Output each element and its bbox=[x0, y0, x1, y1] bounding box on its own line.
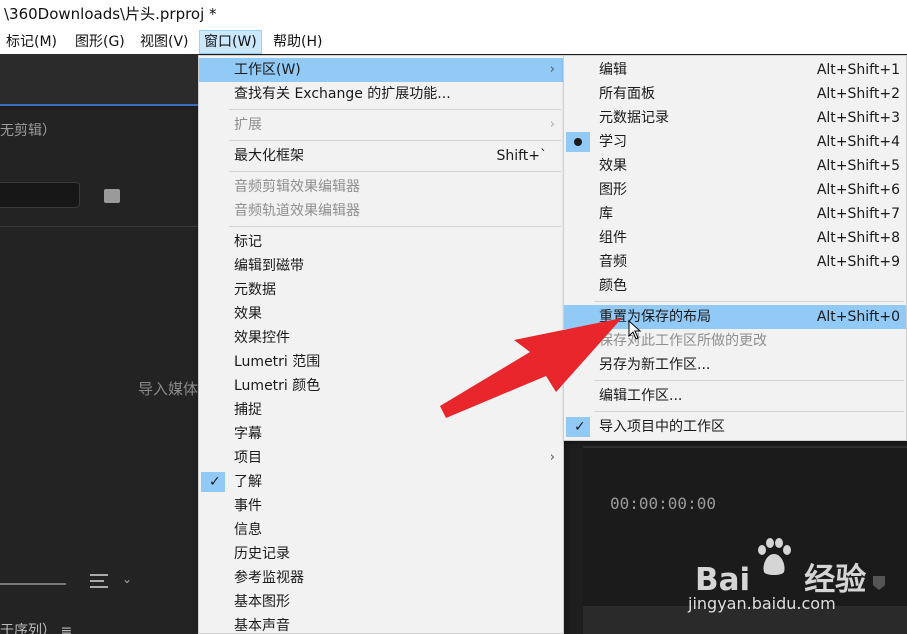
search-icon[interactable] bbox=[104, 189, 120, 203]
import-media-hint: 导入媒体 bbox=[138, 380, 199, 398]
menu-item-info[interactable]: 信息 bbox=[199, 518, 563, 542]
menu-separator bbox=[229, 109, 561, 110]
search-input[interactable] bbox=[0, 182, 80, 208]
workspace-save-changes: 保存对此工作区所做的更改 bbox=[599, 333, 767, 349]
window-title: \360Downloads\片头.prproj * bbox=[4, 5, 217, 23]
menu-item-project[interactable]: 项目 › bbox=[199, 446, 563, 470]
menu-item-extensions: 扩展 › bbox=[199, 113, 563, 137]
menu-item-reference-monitor[interactable]: 参考监视器 bbox=[199, 566, 563, 590]
menu-item-edit-to-tape[interactable]: 编辑到磁带 bbox=[199, 254, 563, 278]
zoom-slider[interactable] bbox=[0, 583, 66, 585]
workspace-graphics[interactable]: 图形 Alt+Shift+6 bbox=[564, 178, 906, 202]
menu-item-lumetri-color[interactable]: Lumetri 颜色 bbox=[199, 374, 563, 398]
workspace-edit-workspaces[interactable]: 编辑工作区... bbox=[564, 384, 906, 408]
chevron-down-icon[interactable]: ⌄ bbox=[122, 572, 132, 586]
workspace-audio[interactable]: 音频 Alt+Shift+9 bbox=[564, 250, 906, 274]
menu-item-markers[interactable]: 标记 bbox=[199, 230, 563, 254]
workspace-effects[interactable]: 效果 Alt+Shift+5 bbox=[564, 154, 906, 178]
menu-graphics[interactable]: 图形(G) bbox=[71, 30, 129, 54]
workspace-color[interactable]: 颜色 bbox=[564, 274, 906, 298]
radio-dot-icon bbox=[574, 138, 582, 146]
menu-separator bbox=[594, 380, 904, 381]
workspace-save-as-new[interactable]: 另存为新工作区... bbox=[564, 353, 906, 377]
menu-item-captions[interactable]: 字幕 bbox=[199, 422, 563, 446]
title-bar: \360Downloads\片头.prproj * bbox=[0, 0, 907, 30]
menu-marker[interactable]: 标记(M) bbox=[2, 30, 61, 54]
watermark-url: jingyan.baidu.com bbox=[688, 594, 836, 613]
workspace-reset-to-saved-layout[interactable]: 重置为保存的布局 Alt+Shift+0 bbox=[564, 305, 906, 329]
menu-item-metadata[interactable]: 元数据 bbox=[199, 278, 563, 302]
checkmark-icon: ✓ bbox=[574, 419, 586, 435]
timecode[interactable]: 00:00:00:00 bbox=[610, 494, 716, 513]
menu-separator bbox=[229, 140, 561, 141]
menu-bar: 标记(M) 图形(G) 视图(V) 窗口(W) 帮助(H) bbox=[0, 30, 907, 54]
menu-item-history[interactable]: 历史记录 bbox=[199, 542, 563, 566]
workspace-submenu: 编辑 Alt+Shift+1 所有面板 Alt+Shift+2 元数据记录 Alt+S… bbox=[563, 55, 907, 441]
sequence-tab[interactable]: 于序列） ≡ bbox=[0, 620, 72, 634]
menu-separator bbox=[229, 226, 561, 227]
mouse-cursor-icon bbox=[628, 320, 642, 340]
menu-item-essential-graphics[interactable]: 基本图形 bbox=[199, 590, 563, 614]
workspace-editing[interactable]: 编辑 Alt+Shift+1 bbox=[564, 58, 906, 82]
workspace-metadata-logging[interactable]: 元数据记录 Alt+Shift+3 bbox=[564, 106, 906, 130]
workspace-learning[interactable]: 学习 Alt+Shift+4 bbox=[564, 130, 906, 154]
top-panel bbox=[0, 54, 198, 106]
menu-item-audio-clip-effect-editor: 音频剪辑效果编辑器 bbox=[234, 179, 360, 195]
menu-item-audio-track-effect-editor: 音频轨道效果编辑器 bbox=[234, 203, 360, 219]
menu-separator bbox=[594, 301, 904, 302]
menu-item-lumetri-scopes[interactable]: Lumetri 范围 bbox=[199, 350, 563, 374]
menu-item-effects[interactable]: 效果 bbox=[199, 302, 563, 326]
menu-item-essential-sound[interactable]: 基本声音 bbox=[199, 614, 563, 634]
menu-separator bbox=[229, 171, 561, 172]
chevron-right-icon: › bbox=[549, 450, 555, 465]
menu-separator bbox=[594, 411, 904, 412]
menu-item-effect-controls[interactable]: 效果控件 bbox=[199, 326, 563, 350]
workspace-assembly[interactable]: 组件 Alt+Shift+8 bbox=[564, 226, 906, 250]
panel-title: 无剪辑） bbox=[0, 123, 56, 139]
chevron-right-icon: › bbox=[549, 62, 555, 77]
workspace-import-from-project[interactable]: ✓ 导入项目中的工作区 bbox=[564, 415, 906, 439]
checkmark-icon: ✓ bbox=[209, 474, 221, 490]
menu-item-learn[interactable]: ✓ 了解 bbox=[199, 470, 563, 494]
list-view-icon[interactable] bbox=[90, 574, 108, 588]
workspace-libraries[interactable]: 库 Alt+Shift+7 bbox=[564, 202, 906, 226]
menu-view[interactable]: 视图(V) bbox=[136, 30, 193, 54]
divider bbox=[0, 226, 198, 227]
workspace-all-panels[interactable]: 所有面板 Alt+Shift+2 bbox=[564, 82, 906, 106]
window-menu: 工作区(W) › 查找有关 Exchange 的扩展功能... 扩展 › 最大化… bbox=[198, 55, 564, 634]
menu-item-workspace[interactable]: 工作区(W) › bbox=[199, 58, 563, 82]
menu-item-capture[interactable]: 捕捉 bbox=[199, 398, 563, 422]
menu-window[interactable]: 窗口(W) bbox=[199, 30, 262, 54]
menu-item-maximize-frame[interactable]: 最大化框架 Shift+` bbox=[199, 144, 563, 168]
baidu-watermark: Bai 经验 bbox=[695, 562, 867, 598]
menu-help[interactable]: 帮助(H) bbox=[269, 30, 326, 54]
chevron-right-icon: › bbox=[549, 117, 555, 132]
menu-item-exchange[interactable]: 查找有关 Exchange 的扩展功能... bbox=[199, 82, 563, 106]
menu-item-events[interactable]: 事件 bbox=[199, 494, 563, 518]
